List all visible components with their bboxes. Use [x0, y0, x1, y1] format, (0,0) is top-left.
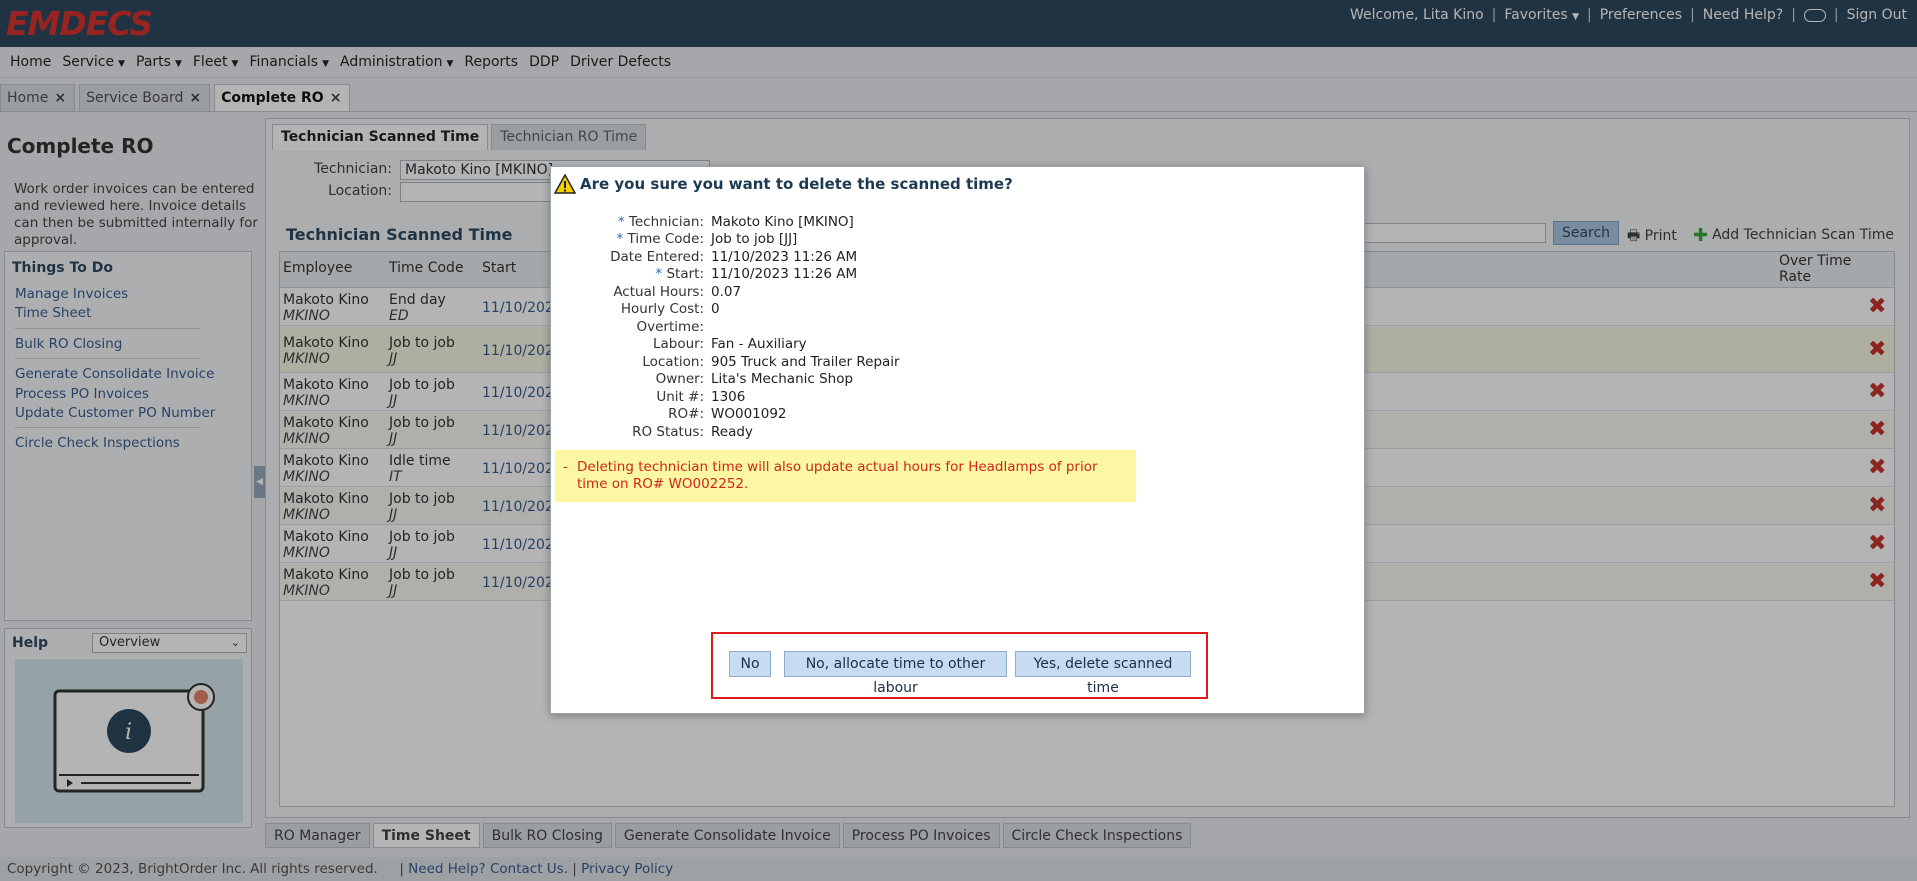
yes-delete-button[interactable]: Yes, delete scanned time	[1015, 651, 1191, 696]
field-label: Date Entered:	[551, 249, 704, 265]
field-value: 0.07	[711, 284, 742, 300]
label-text: Unit #:	[656, 389, 704, 405]
label-text: Owner:	[655, 371, 704, 387]
warning-message: - Deleting technician time will also upd…	[555, 450, 1136, 502]
required-marker: *	[616, 231, 628, 247]
field-label: Owner:	[551, 371, 704, 387]
field-value: 905 Truck and Trailer Repair	[711, 354, 900, 370]
field-label: Hourly Cost:	[551, 301, 704, 317]
field-value: WO001092	[711, 406, 787, 422]
label-text: Time Code:	[627, 231, 704, 247]
warning-bullet: -	[563, 459, 568, 475]
field-value: 11/10/2023 11:26 AM	[711, 266, 858, 282]
label-text: Labour:	[652, 336, 704, 352]
delete-confirm-dialog: Are you sure you want to delete the scan…	[550, 166, 1365, 714]
field-label: * Technician:	[551, 214, 704, 230]
dialog-title: Are you sure you want to delete the scan…	[580, 175, 1013, 193]
field-value: 11/10/2023 11:26 AM	[711, 249, 858, 265]
required-marker: *	[655, 266, 667, 282]
field-value: Lita's Mechanic Shop	[711, 371, 854, 387]
label-text: RO Status:	[632, 424, 704, 440]
field-label: Unit #:	[551, 389, 704, 405]
required-marker: *	[617, 214, 629, 230]
field-label: RO#:	[551, 406, 704, 422]
label-text: Start:	[666, 266, 704, 282]
no-button[interactable]: No	[729, 651, 771, 677]
dialog-button-group: No No, allocate time to other labour Yes…	[711, 632, 1208, 699]
label-text: Overtime:	[636, 319, 704, 335]
field-label: * Start:	[551, 266, 704, 282]
field-value: Makoto Kino [MKINO]	[711, 214, 854, 230]
field-label: * Time Code:	[551, 231, 705, 247]
field-value: Fan - Auxiliary	[711, 336, 807, 352]
field-label: Actual Hours:	[551, 284, 704, 300]
field-value: Job to job [JJ]	[711, 231, 798, 247]
label-text: Location:	[642, 354, 704, 370]
warning-icon	[554, 174, 576, 194]
field-value: 1306	[711, 389, 746, 405]
label-text: Actual Hours:	[613, 284, 704, 300]
label-text: Technician:	[628, 214, 704, 230]
field-label: Labour:	[551, 336, 704, 352]
field-value: Ready	[711, 424, 753, 440]
label-text: Date Entered:	[610, 249, 704, 265]
field-label: RO Status:	[551, 424, 704, 440]
allocate-time-button[interactable]: No, allocate time to other labour	[784, 651, 1007, 696]
field-value: 0	[711, 301, 720, 317]
warning-text: Deleting technician time will also updat…	[577, 459, 1098, 492]
label-text: RO#:	[668, 406, 704, 422]
label-text: Hourly Cost:	[620, 301, 704, 317]
field-label: Overtime:	[551, 319, 704, 335]
field-label: Location:	[551, 354, 704, 370]
